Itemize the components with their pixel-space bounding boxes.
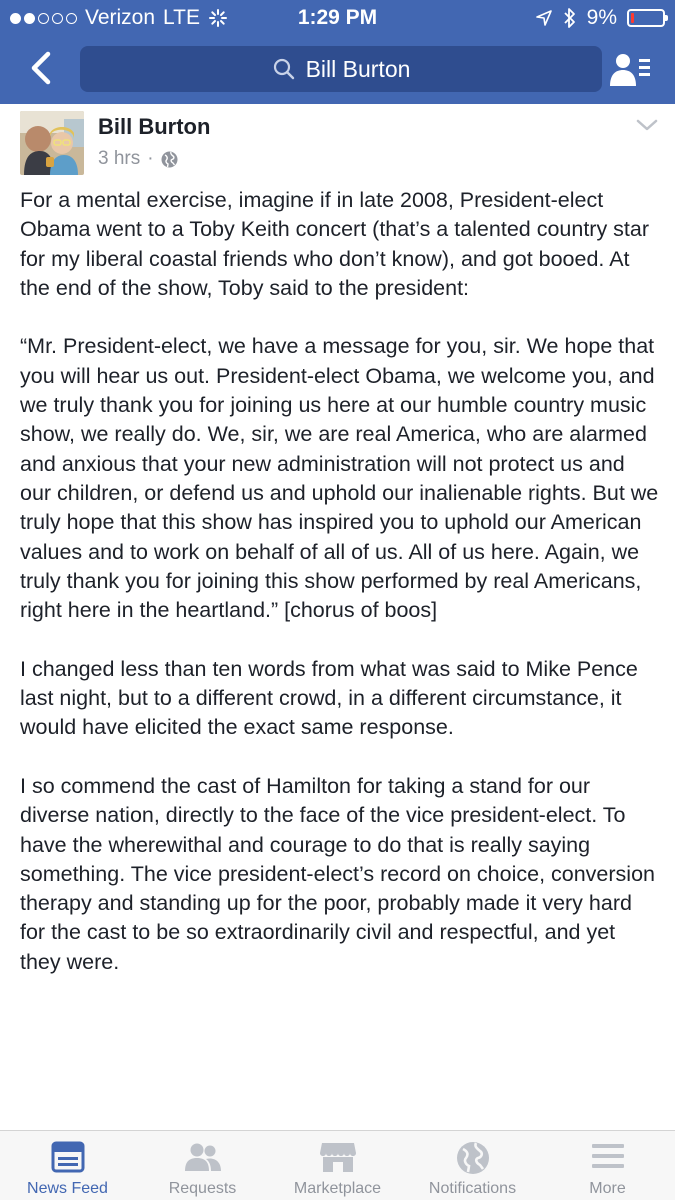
bluetooth-icon [564,8,575,28]
chevron-down-icon[interactable] [636,118,658,132]
status-right: 9% [535,6,668,30]
tab-bar: News Feed Requests Marketplace Notificat… [0,1130,675,1200]
marketplace-icon [319,1143,356,1172]
post-meta: 3 hrs · [98,148,178,170]
tab-label: Notifications [428,1180,517,1197]
battery-percent: 9% [586,6,617,29]
news-feed-icon [51,1141,84,1173]
meta-separator: · [147,148,154,169]
tab-label: Requests [168,1180,237,1197]
back-arrow-icon[interactable] [22,48,62,88]
top-bar: Verizon LTE 1:29 PM 9% Bill Burton [0,0,675,104]
post-paragraph-2: “Mr. President-elect, we have a message … [20,334,659,623]
battery-level-fill [631,13,634,23]
post-paragraph-4: I so commend the cast of Hamilton for ta… [20,773,655,974]
tab-requests[interactable]: Requests [135,1131,270,1200]
tab-more[interactable]: More [540,1131,675,1200]
location-arrow-icon [535,10,552,26]
search-icon [273,58,294,80]
post-body: For a mental exercise, imagine if in lat… [20,186,660,1006]
friend-list-icon[interactable] [608,52,652,88]
menu-icon [591,1144,624,1168]
post-paragraph-1: For a mental exercise, imagine if in lat… [20,188,650,300]
post-paragraph-3: I changed less than ten words from what … [20,656,638,740]
tab-notifications[interactable]: Notifications [405,1131,540,1200]
status-bar: Verizon LTE 1:29 PM 9% [0,0,675,36]
public-globe-icon [161,151,178,167]
search-query: Bill Burton [305,55,411,82]
tab-news-feed[interactable]: News Feed [0,1131,135,1200]
profile-photo [20,111,84,175]
battery-icon [627,9,668,27]
post-timestamp[interactable]: 3 hrs [98,148,140,170]
avatar[interactable] [20,111,84,175]
search-field[interactable]: Bill Burton [80,46,602,92]
tab-label: More [589,1180,626,1197]
globe-icon [456,1142,489,1174]
post-author-name[interactable]: Bill Burton [98,114,210,140]
tab-label: Marketplace [293,1180,382,1197]
tab-marketplace[interactable]: Marketplace [270,1131,405,1200]
tab-label: News Feed [27,1180,108,1197]
requests-icon [184,1143,221,1171]
